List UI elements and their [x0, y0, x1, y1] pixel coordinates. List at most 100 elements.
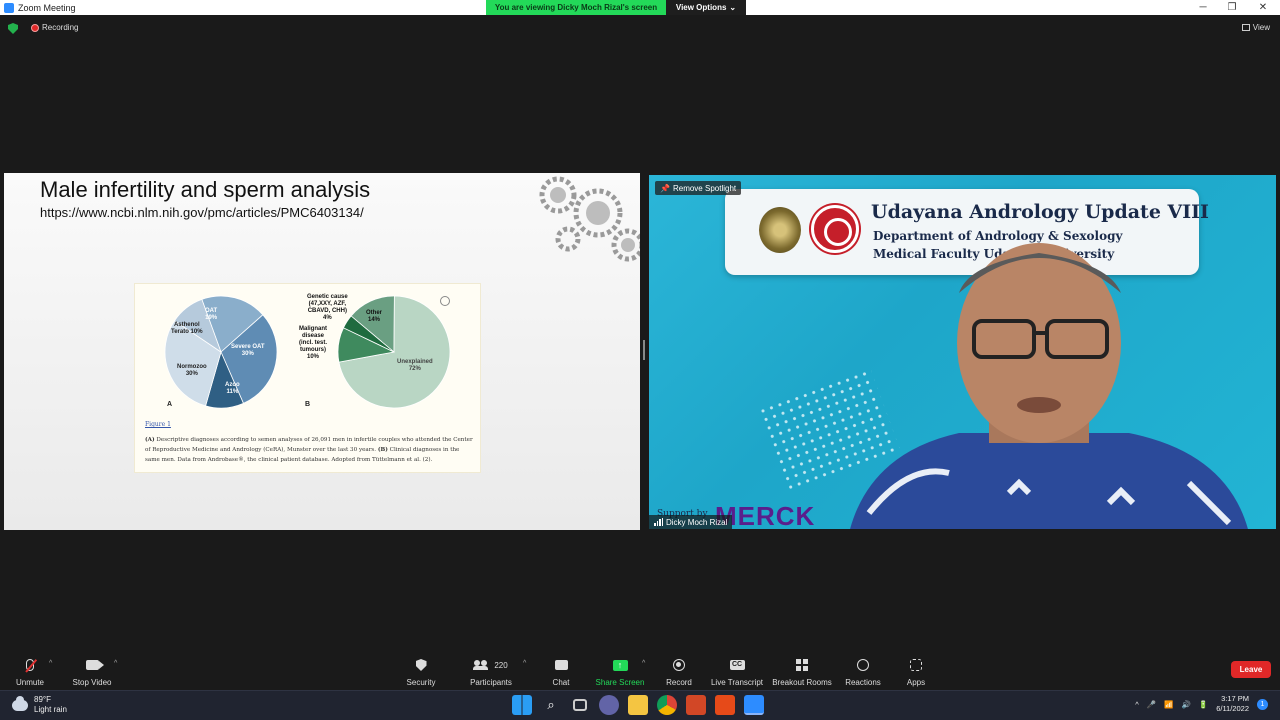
chat-bubble-icon	[554, 660, 568, 670]
viewing-message: You are viewing Dicky Moch Rizal's scree…	[486, 0, 666, 15]
banner-title: Udayana Andrology Update VIII	[871, 201, 1209, 223]
stop-video-label: Stop Video	[72, 678, 112, 687]
reactions-label: Reactions	[845, 678, 881, 687]
pie-b-label-unexplained: Unexplained 72%	[397, 359, 433, 372]
security-shield-icon	[415, 659, 427, 671]
meeting-status-row: Recording View	[0, 20, 1280, 36]
view-options-button[interactable]: View Options ⌄	[666, 0, 746, 15]
apps-label: Apps	[906, 678, 926, 687]
recording-dot-icon	[31, 24, 39, 32]
encryption-shield-icon[interactable]	[8, 23, 18, 34]
chrome-icon[interactable]	[657, 695, 677, 715]
apps-icon	[910, 659, 922, 671]
stop-video-button[interactable]: Stop Video	[57, 652, 127, 690]
breakout-rooms-button[interactable]: Breakout Rooms	[767, 652, 837, 690]
slide-url: https://www.ncbi.nlm.nih.gov/pmc/article…	[40, 205, 364, 220]
powerpoint-icon[interactable]	[686, 695, 706, 715]
rain-cloud-icon	[12, 695, 28, 711]
smiley-icon	[857, 659, 869, 671]
wifi-icon[interactable]: 📶	[1164, 700, 1173, 709]
speaker-figure	[850, 243, 1248, 529]
weather-condition: Light rain	[34, 705, 67, 715]
zoom-window: Zoom Meeting ─ ❐ ✕ You are viewing Dicky…	[0, 0, 1280, 720]
breakout-rooms-icon	[796, 659, 808, 671]
panel-letter-b: B	[305, 401, 311, 408]
zoom-app-icon	[4, 2, 14, 13]
slide-title: Male infertility and sperm analysis	[40, 177, 371, 202]
closed-caption-icon: CC	[729, 660, 745, 670]
pie-b-label-other: Other 14%	[366, 310, 383, 323]
zoom-taskbar-icon[interactable]	[744, 695, 764, 715]
pie-a-label-azoo: Azoo 11%	[225, 382, 240, 395]
leave-button[interactable]: Leave	[1231, 661, 1271, 678]
share-arrow-icon: ↑	[612, 659, 628, 671]
gears-decoration-icon	[539, 176, 640, 262]
remove-spotlight-button[interactable]: 📌 Remove Spotlight	[655, 181, 742, 195]
pie-a-label-astheno-terato: Asthenol Terato 10%	[171, 322, 203, 335]
clock-time: 3:17 PM	[1221, 694, 1249, 703]
maximize-button[interactable]: ❐	[1217, 0, 1247, 15]
participants-button[interactable]: 220 Participants	[456, 652, 526, 690]
breakout-rooms-label: Breakout Rooms	[772, 678, 832, 687]
view-grid-icon	[1241, 24, 1250, 31]
unmute-button[interactable]: Unmute	[0, 652, 65, 690]
figure-caption: (A) Descriptive diagnoses according to s…	[145, 435, 473, 465]
office-icon[interactable]	[715, 695, 735, 715]
share-screen-label: Share Screen	[595, 678, 645, 687]
clock-date: 6/11/2022	[1216, 704, 1249, 714]
remove-spotlight-label: Remove Spotlight	[672, 183, 737, 193]
live-transcript-button[interactable]: CC Live Transcript	[702, 652, 772, 690]
record-icon	[673, 659, 685, 671]
figure-card: OAT 19% Severe OAT 30% Azoo 11% Normozoo…	[134, 283, 481, 473]
view-label: View	[1252, 23, 1270, 32]
participant-name: Dicky Moch Rizal	[666, 517, 728, 527]
figure-link[interactable]: Figure 1	[145, 421, 171, 428]
pie-a-label-severe-oat: Severe OAT 30%	[231, 344, 265, 357]
recording-label[interactable]: Recording	[42, 23, 78, 32]
search-icon[interactable]: ⌕	[541, 695, 561, 715]
close-button[interactable]: ✕	[1248, 0, 1278, 15]
weather-temperature: 89°F	[34, 695, 51, 704]
pie-b-label-genetic: Genetic cause (47,XXY, AZF, CBAVD, CHH) …	[307, 294, 348, 321]
unmute-label: Unmute	[15, 678, 44, 687]
taskbar-apps: ⌕	[512, 695, 764, 715]
security-button[interactable]: Security	[386, 652, 456, 690]
windows-taskbar: 89°F Light rain ⌕ ^ 🎤 📶 🔊 🔋 3:17 PM 6/11…	[0, 690, 1280, 720]
battery-icon[interactable]: 🔋	[1199, 700, 1208, 709]
pie-a-label-normozoo: Normozoo 30%	[177, 364, 207, 377]
pie-b-label-malignant: Malignant disease (incl. test. tumours) …	[299, 326, 328, 360]
live-transcript-label: Live Transcript	[710, 678, 764, 687]
viewing-banner: You are viewing Dicky Moch Rizal's scree…	[486, 0, 746, 15]
audio-options-caret-icon[interactable]: ^	[49, 660, 52, 667]
caption-b-label: (B)	[377, 447, 388, 454]
clock[interactable]: 3:17 PM 6/11/2022	[1216, 694, 1249, 714]
notification-badge[interactable]: 1	[1257, 698, 1268, 710]
chevron-down-icon: ⌄	[729, 3, 737, 12]
muted-microphone-icon	[26, 659, 34, 671]
window-title: Zoom Meeting	[18, 2, 76, 13]
task-view-icon[interactable]	[573, 699, 587, 711]
participants-count: 220	[494, 660, 508, 670]
speaker-video[interactable]: Udayana Andrology Update VIII Department…	[649, 175, 1276, 529]
tray-overflow-icon[interactable]: ^	[1135, 700, 1139, 709]
minimize-button[interactable]: ─	[1188, 0, 1218, 15]
caption-a-label: (A)	[145, 437, 155, 443]
file-explorer-icon[interactable]	[628, 695, 648, 715]
panel-resize-handle[interactable]	[643, 340, 645, 360]
video-options-caret-icon[interactable]: ^	[114, 660, 117, 667]
chat-label: Chat	[552, 678, 570, 687]
shared-screen-slide: Male infertility and sperm analysis http…	[4, 173, 640, 530]
teams-chat-icon[interactable]	[599, 695, 619, 715]
panel-letter-a: A	[167, 401, 173, 408]
volume-icon[interactable]: 🔊	[1182, 700, 1191, 709]
video-camera-icon	[85, 660, 104, 670]
security-label: Security	[406, 678, 436, 687]
windows-start-icon[interactable]	[512, 695, 532, 715]
view-options-label: View Options	[675, 3, 727, 12]
signal-bars-icon	[654, 518, 663, 526]
participants-icon	[473, 660, 489, 670]
view-button[interactable]: View	[1241, 23, 1270, 32]
apps-button[interactable]: Apps	[881, 652, 951, 690]
weather-widget[interactable]: 89°F Light rain	[12, 695, 67, 716]
microphone-tray-icon[interactable]: 🎤	[1147, 700, 1156, 709]
